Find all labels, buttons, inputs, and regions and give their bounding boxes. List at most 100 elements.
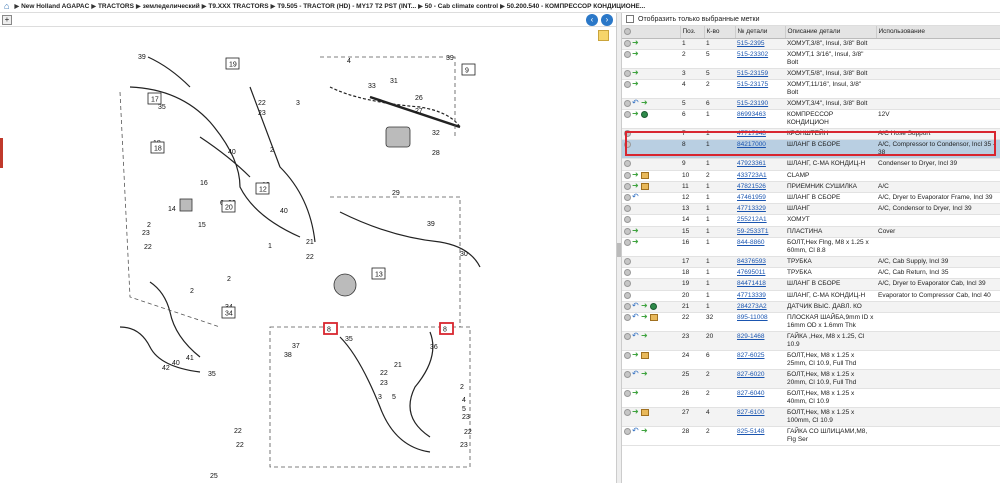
callout-label[interactable]: 41 — [186, 355, 194, 362]
part-number-link[interactable]: 827-6025 — [737, 352, 764, 359]
package-icon[interactable] — [641, 171, 649, 179]
part-number-link[interactable]: 827-6040 — [737, 390, 764, 397]
qty-column-header[interactable]: К-во — [704, 26, 736, 39]
next-diagram-button[interactable]: › — [601, 14, 613, 26]
status-icon[interactable] — [624, 280, 631, 288]
part-number-link[interactable]: 515-23159 — [737, 70, 768, 77]
status-icon[interactable] — [624, 141, 631, 149]
part-number-link[interactable]: 515-23175 — [737, 81, 768, 88]
boxed-callout[interactable]: 18 — [150, 141, 165, 154]
boxed-callout[interactable]: 20 — [221, 200, 236, 213]
part-number-link[interactable]: 47923361 — [737, 160, 766, 167]
status-icon[interactable] — [624, 182, 631, 190]
table-row[interactable]: 19 1 84471418 ШЛАНГ В СБОРЕ A/C, Dryer to Ev… — [622, 278, 1000, 291]
forward-arrow-icon[interactable]: ➜ — [632, 237, 640, 246]
status-icon[interactable] — [624, 111, 631, 119]
part-number-link[interactable]: 844-8860 — [737, 239, 764, 246]
boxed-callout[interactable]: 34 — [221, 306, 236, 319]
part-number-link[interactable]: 827-6020 — [737, 371, 764, 378]
status-icon[interactable] — [624, 80, 631, 88]
number-column-header[interactable]: № детали — [735, 26, 786, 39]
callout-label[interactable]: 23 — [460, 442, 468, 449]
callout-label[interactable]: 22 — [236, 442, 244, 449]
reply-icon[interactable]: ↶ — [632, 193, 640, 201]
table-row[interactable]: ↶ ➜ 23 20 829-1468 ГАЙКА ,Hex, M8 x 1.25, Cl … — [622, 331, 1000, 351]
package-icon[interactable] — [641, 182, 649, 190]
forward-arrow-icon[interactable]: ➜ — [641, 332, 649, 340]
forward-arrow-icon[interactable]: ➜ — [641, 301, 649, 310]
globe-icon[interactable] — [650, 302, 657, 310]
boxed-callout[interactable]: 13 — [371, 267, 386, 280]
pos-column-header[interactable]: Поз. — [680, 26, 705, 39]
status-icon[interactable] — [624, 160, 631, 168]
table-row[interactable]: ➜ 3 5 515-23159 ХОМУТ,5/8", Insul, 3/8" Bolt — [622, 68, 1000, 80]
breadcrumb-item[interactable]: 50 - Cab climate control — [425, 3, 498, 10]
part-number-link[interactable]: 84376593 — [737, 258, 766, 265]
callout-label[interactable]: 2 — [460, 384, 464, 391]
globe-icon[interactable] — [641, 111, 648, 119]
table-row[interactable]: ➜ 15 1 59-2533T1 ПЛАСТИНА Cover — [622, 226, 1000, 238]
callout-label[interactable]: 23 — [142, 230, 150, 237]
status-icon[interactable] — [624, 302, 631, 310]
callout-label[interactable]: 26 — [415, 95, 423, 102]
forward-arrow-icon[interactable]: ➜ — [632, 226, 640, 235]
part-number-link[interactable]: 284273A2 — [737, 303, 767, 310]
callout-label[interactable]: 22 — [380, 370, 388, 377]
forward-arrow-icon[interactable]: ➜ — [632, 68, 640, 77]
callout-label[interactable]: 4 — [347, 58, 351, 65]
callout-label[interactable]: 40 — [228, 149, 236, 156]
boxed-callout[interactable]: 19 — [225, 57, 240, 70]
callout-label[interactable]: 3 — [378, 394, 382, 401]
callout-label[interactable]: 1 — [268, 243, 272, 250]
forward-arrow-icon[interactable]: ➜ — [641, 98, 649, 107]
package-icon[interactable] — [641, 352, 649, 359]
table-row[interactable]: 13 1 47713329 ШЛАНГ A/C, Condensor to Dryer,… — [622, 203, 1000, 216]
status-icon[interactable] — [624, 69, 631, 77]
part-number-link[interactable]: 825-5148 — [737, 428, 764, 435]
part-number-link[interactable]: 433723A1 — [737, 172, 767, 179]
status-icon[interactable] — [624, 314, 631, 321]
callout-label[interactable]: 4 — [462, 397, 466, 404]
callout-label[interactable]: 31 — [390, 78, 398, 85]
table-row[interactable]: ↶ ➜ 25 2 827-6020 БОЛТ,Hex, M8 x 1.25 x 20mm,… — [622, 369, 1000, 389]
forward-arrow-icon[interactable]: ➜ — [632, 408, 640, 416]
table-row[interactable]: 17 1 84376593 ТРУБКА A/C, Cab Supply, Incl 3… — [622, 256, 1000, 269]
table-row[interactable]: 7 1 47717948 КРОНШТЕЙН A/C Hose Support — [622, 128, 1000, 141]
callout-label[interactable]: 35 — [208, 371, 216, 378]
callout-label[interactable]: 35 — [345, 336, 353, 343]
table-row[interactable]: ➜ 26 2 827-6040 БОЛТ,Hex, M8 x 1.25 x 40mm, … — [622, 388, 1000, 408]
usage-column-header[interactable]: Использование — [876, 26, 1000, 39]
callout-label[interactable]: 2 — [227, 276, 231, 283]
callout-label[interactable]: 28 — [432, 150, 440, 157]
callout-label[interactable]: 22 — [234, 428, 242, 435]
callout-label[interactable]: 5 — [462, 406, 466, 413]
reply-icon[interactable]: ↶ — [632, 301, 640, 310]
table-row[interactable]: ➜ 10 2 433723A1 CLAMP — [622, 170, 1000, 182]
part-number-link[interactable]: 515-2395 — [737, 40, 764, 47]
callout-label[interactable]: 40 — [280, 208, 288, 215]
callout-label[interactable]: 25 — [210, 473, 218, 480]
callout-label[interactable]: 22 — [258, 100, 266, 107]
callout-label[interactable]: 22 — [144, 244, 152, 251]
status-icon[interactable] — [624, 130, 631, 138]
part-number-link[interactable]: 84217000 — [737, 141, 766, 148]
boxed-callout[interactable]: 8 — [439, 322, 454, 335]
table-row[interactable]: ↶ 12 1 47461959 ШЛАНГ В СБОРЕ A/C, Dryer to E… — [622, 192, 1000, 205]
table-row[interactable]: 8 1 84217000 ШЛАНГ В СБОРЕ A/C, Compressor t… — [622, 139, 1000, 160]
table-row[interactable]: ↶ ➜ 28 2 825-5148 ГАЙКА СО ШЛИЦАМИ,M8, Flg Se… — [622, 426, 1000, 446]
table-row[interactable]: ↶ ➜ 21 1 284273A2 ДАТЧИК ВЫС. ДАВЛ. КО — [622, 301, 1000, 314]
breadcrumb-item[interactable]: 50.200.540 - КОМПРЕССОР КОНДИЦИОНЕ... — [507, 3, 645, 10]
reply-icon[interactable]: ↶ — [632, 98, 640, 107]
forward-arrow-icon[interactable]: ➜ — [641, 313, 649, 321]
table-row[interactable]: ➜ 27 4 827-6100 БОЛТ,Hex, M8 x 1.25 x 100mm,… — [622, 407, 1000, 427]
callout-label[interactable]: 2 — [270, 147, 274, 154]
breadcrumb-item[interactable]: T9.XXX TRACTORS — [208, 3, 268, 10]
breadcrumb-item[interactable]: земледелический — [143, 3, 200, 10]
forward-arrow-icon[interactable]: ➜ — [641, 427, 649, 435]
part-number-link[interactable]: 47713329 — [737, 205, 766, 212]
package-icon[interactable] — [650, 314, 658, 321]
status-icon[interactable] — [624, 216, 631, 224]
zoom-in-button[interactable]: + — [2, 15, 12, 25]
callout-label[interactable]: 42 — [162, 365, 170, 372]
reply-icon[interactable]: ↶ — [632, 332, 640, 340]
